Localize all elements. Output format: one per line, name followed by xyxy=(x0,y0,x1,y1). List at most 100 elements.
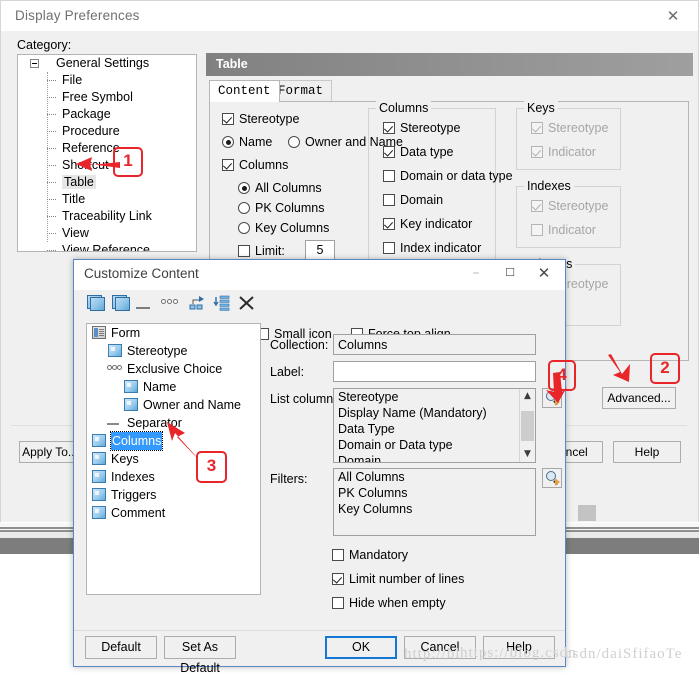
annotation-badge-2: 2 xyxy=(650,353,680,384)
checkbox-box xyxy=(531,146,543,158)
radio-key-columns[interactable]: Key Columns xyxy=(238,221,329,235)
category-item-procedure[interactable]: Procedure xyxy=(18,123,196,140)
checkbox-columns[interactable]: Columns xyxy=(222,158,288,172)
tab-content[interactable]: Content xyxy=(209,80,280,102)
checkbox-box xyxy=(332,549,344,561)
checkbox-keys-stereotype: Stereotype xyxy=(531,121,608,135)
checkbox-hide-when-empty[interactable]: Hide when empty xyxy=(332,596,446,610)
label-label: Label: xyxy=(270,365,305,379)
duplicate-sheet-icon[interactable] xyxy=(112,295,130,311)
checkbox-box xyxy=(383,194,395,206)
category-item-traceability-link[interactable]: Traceability Link xyxy=(18,208,196,225)
vertical-scrollbar[interactable]: ▲ ▼ xyxy=(519,389,535,462)
separator-icon[interactable] xyxy=(136,295,152,311)
tree-node-indexes[interactable]: Indexes xyxy=(87,468,260,486)
scroll-down-icon[interactable]: ▼ xyxy=(520,447,535,462)
list-item[interactable]: Key Columns xyxy=(334,501,535,517)
list-item[interactable]: All Columns xyxy=(334,469,535,485)
promote-icon[interactable] xyxy=(189,295,206,311)
tree-node-owner-and-name[interactable]: Owner and Name xyxy=(87,396,260,414)
minimize-icon[interactable]: – xyxy=(459,260,493,286)
close-icon[interactable]: ✕ xyxy=(658,6,688,26)
scrollbar-thumb[interactable] xyxy=(521,411,534,441)
category-item-package[interactable]: Package xyxy=(18,106,196,123)
separator-icon xyxy=(107,423,119,425)
checkbox-box xyxy=(383,218,395,230)
default-button[interactable]: Default xyxy=(85,636,157,659)
ok-button[interactable]: OK xyxy=(325,636,397,659)
tree-node-exclusive-choice[interactable]: Exclusive Choice xyxy=(87,360,260,378)
category-item-table[interactable]: Table xyxy=(18,174,196,191)
bg-help-button[interactable]: Help xyxy=(613,441,681,463)
add-sheet-icon[interactable] xyxy=(87,295,105,311)
list-item[interactable]: Stereotype xyxy=(334,389,535,405)
tree-node-name[interactable]: Name xyxy=(87,378,260,396)
sheet-icon xyxy=(124,398,138,411)
list-item[interactable]: Data Type xyxy=(334,421,535,437)
category-item-view-reference[interactable]: View Reference xyxy=(18,242,196,251)
set-as-default-button[interactable]: Set As Default xyxy=(164,636,236,675)
checkbox-col-index-indicator[interactable]: Index indicator xyxy=(383,241,481,255)
collection-label: Collection: xyxy=(270,338,329,352)
tree-node-comment[interactable]: Comment xyxy=(87,504,260,522)
form-icon xyxy=(92,326,106,339)
label-input[interactable] xyxy=(333,361,536,382)
checkbox-col-stereotype[interactable]: Stereotype xyxy=(383,121,460,135)
category-root-node[interactable]: General Settings xyxy=(18,55,196,72)
tree-node-form[interactable]: Form xyxy=(87,324,260,342)
checkbox-box xyxy=(531,122,543,134)
checkbox-col-key-indicator[interactable]: Key indicator xyxy=(383,217,472,231)
list-columns-listbox[interactable]: Stereotype Display Name (Mandatory) Data… xyxy=(333,388,536,463)
category-item-free-symbol[interactable]: Free Symbol xyxy=(18,89,196,106)
exclusive-choice-icon xyxy=(107,365,123,372)
delete-icon[interactable] xyxy=(238,295,255,311)
behind-tab-patch xyxy=(578,505,596,521)
limit-value-input[interactable]: 5 xyxy=(305,240,335,261)
annotation-arrow-4 xyxy=(546,372,567,403)
category-item-file[interactable]: File xyxy=(18,72,196,89)
radio-pk-columns[interactable]: PK Columns xyxy=(238,201,324,215)
close-icon[interactable]: ✕ xyxy=(527,260,561,286)
collection-input[interactable]: Columns xyxy=(333,334,536,355)
checkbox-col-domain[interactable]: Domain xyxy=(383,193,443,207)
category-item-view[interactable]: View xyxy=(18,225,196,242)
checkbox-mandatory[interactable]: Mandatory xyxy=(332,548,408,562)
checkbox-box xyxy=(332,597,344,609)
tree-node-stereotype[interactable]: Stereotype xyxy=(87,342,260,360)
scroll-up-icon[interactable]: ▲ xyxy=(520,389,535,404)
advanced-button[interactable]: Advanced... xyxy=(602,387,676,409)
radio-dot xyxy=(238,202,250,214)
radio-dot xyxy=(238,222,250,234)
checkbox-col-data-type[interactable]: Data type xyxy=(383,145,454,159)
exclusive-choice-icon[interactable] xyxy=(161,299,179,306)
radio-all-columns[interactable]: All Columns xyxy=(238,181,322,195)
apply-to-button[interactable]: Apply To... xyxy=(19,441,81,463)
insert-line-icon[interactable] xyxy=(213,295,230,311)
checkbox-stereotype[interactable]: Stereotype xyxy=(222,112,299,126)
watermark-a: http://bl xyxy=(404,646,461,662)
filters-browse-icon[interactable] xyxy=(542,468,562,488)
checkbox-limit-number-of-lines[interactable]: Limit number of lines xyxy=(332,572,464,586)
tree-node-triggers[interactable]: Triggers xyxy=(87,486,260,504)
keys-group-caption: Keys xyxy=(524,101,558,115)
list-item[interactable]: Domain xyxy=(334,453,535,462)
list-item[interactable]: Display Name (Mandatory) xyxy=(334,405,535,421)
list-item[interactable]: PK Columns xyxy=(334,485,535,501)
indexes-group: Indexes Stereotype Indicator xyxy=(516,179,621,248)
columns-group-caption: Columns xyxy=(376,101,432,115)
checkbox-limit[interactable]: Limit: xyxy=(238,244,285,258)
list-item[interactable]: Domain or Data type xyxy=(334,437,535,453)
radio-dot xyxy=(238,182,250,194)
watermark-c: csdn/daiSfifaoTe xyxy=(565,646,683,662)
filters-listbox[interactable]: All Columns PK Columns Key Columns xyxy=(333,468,536,536)
collapse-icon[interactable] xyxy=(30,59,39,68)
radio-name[interactable]: Name xyxy=(222,135,272,149)
category-item-title[interactable]: Title xyxy=(18,191,196,208)
maximize-icon[interactable]: ☐ xyxy=(493,260,527,286)
checkbox-box xyxy=(222,159,234,171)
customize-content-dialog: Customize Content – ☐ ✕ Small icon Form … xyxy=(73,259,566,675)
checkbox-indexes-stereotype: Stereotype xyxy=(531,199,608,213)
checkbox-box xyxy=(531,200,543,212)
checkbox-box xyxy=(238,245,250,257)
checkbox-col-domain-or-data-type[interactable]: Domain or data type xyxy=(383,169,513,183)
